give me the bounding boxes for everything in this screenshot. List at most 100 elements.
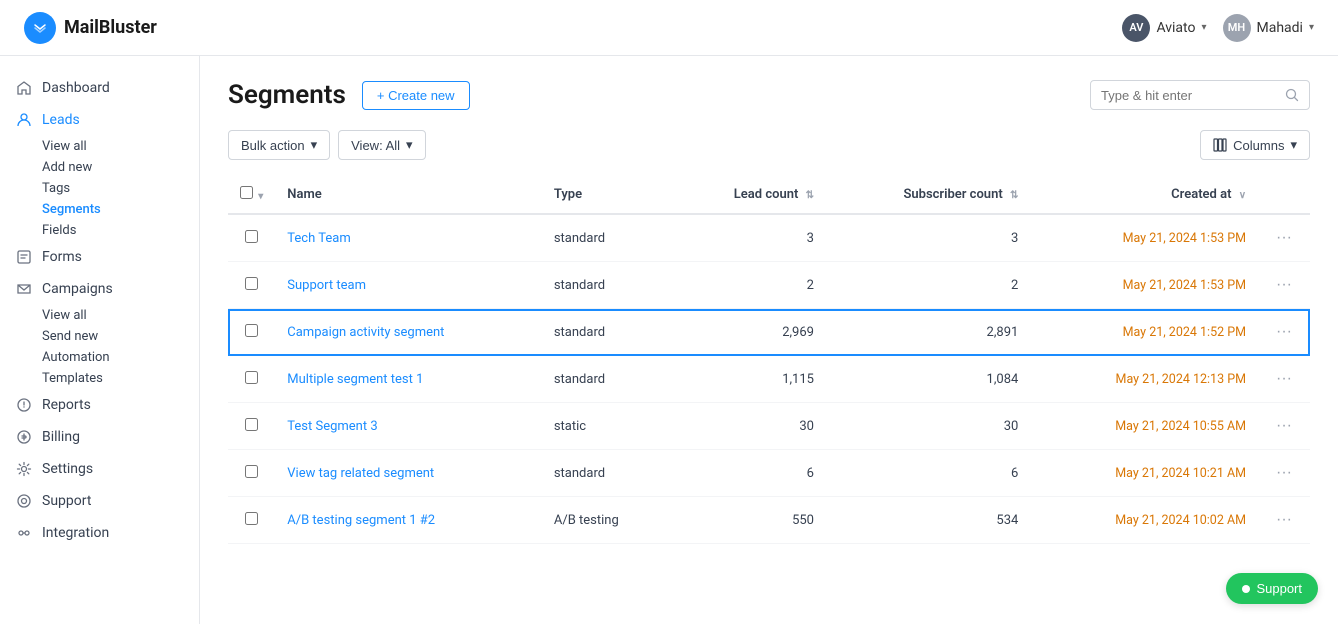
view-filter-button[interactable]: View: All ▾ — [338, 130, 425, 160]
sidebar-sub-viewall-c[interactable]: View all — [0, 305, 199, 326]
sidebar-sub-templates[interactable]: Templates — [0, 368, 199, 389]
row-name-6[interactable]: View tag related segment — [275, 450, 542, 497]
chevron-down-icon-2: ▾ — [1309, 22, 1314, 33]
avatar-aviato: AV — [1122, 14, 1150, 42]
row-subscriber-count-1: 3 — [826, 214, 1030, 262]
sidebar-leads-label: Leads — [42, 112, 80, 128]
row-actions-6[interactable]: ··· — [1258, 450, 1310, 497]
table-row: Support team standard 2 2 May 21, 2024 1… — [228, 262, 1310, 309]
table-row: A/B testing segment 1 #2 A/B testing 550… — [228, 497, 1310, 544]
sidebar-sub-automation[interactable]: Automation — [0, 347, 199, 368]
sidebar-sub-tags[interactable]: Tags — [0, 178, 199, 199]
sidebar-item-reports[interactable]: Reports — [0, 389, 199, 421]
header-subscriber-count[interactable]: Subscriber count ⇅ — [826, 176, 1030, 214]
sidebar-sub-segments[interactable]: Segments — [0, 199, 199, 220]
chevron-down-icon: ▾ — [1201, 22, 1206, 33]
user-aviato[interactable]: AV Aviato ▾ — [1122, 14, 1206, 42]
row-actions-1[interactable]: ··· — [1258, 214, 1310, 262]
checkbox-2[interactable] — [245, 277, 258, 290]
row-name-2[interactable]: Support team — [275, 262, 542, 309]
row-actions-2[interactable]: ··· — [1258, 262, 1310, 309]
sidebar-item-support[interactable]: Support — [0, 485, 199, 517]
page-header: Segments + Create new — [228, 80, 1310, 110]
expand-arrow-icon: ▾ — [258, 191, 263, 202]
brand-icon — [24, 12, 56, 44]
checkbox-3[interactable] — [245, 324, 258, 337]
sidebar-integration-label: Integration — [42, 525, 109, 541]
sidebar-reports-label: Reports — [42, 397, 91, 413]
segment-link-4[interactable]: Multiple segment test 1 — [287, 372, 423, 387]
sidebar-item-campaigns[interactable]: Campaigns — [0, 273, 199, 305]
sidebar-sub-fields[interactable]: Fields — [0, 220, 199, 241]
header-checkbox-col: ▾ — [228, 176, 275, 214]
user-mahadi[interactable]: MH Mahadi ▾ — [1223, 14, 1315, 42]
row-type-3: standard — [542, 309, 673, 356]
segment-link-6[interactable]: View tag related segment — [287, 466, 434, 481]
segment-link-5[interactable]: Test Segment 3 — [287, 419, 377, 434]
create-new-button[interactable]: + Create new — [362, 81, 470, 110]
sidebar-item-forms[interactable]: Forms — [0, 241, 199, 273]
search-input[interactable] — [1101, 88, 1277, 103]
row-checkbox-4[interactable] — [228, 356, 275, 403]
row-subscriber-count-6: 6 — [826, 450, 1030, 497]
checkbox-7[interactable] — [245, 512, 258, 525]
row-more-button-2[interactable]: ··· — [1270, 274, 1298, 296]
row-created-at-5: May 21, 2024 10:55 AM — [1030, 403, 1258, 450]
page-title-row: Segments + Create new — [228, 80, 470, 110]
checkbox-4[interactable] — [245, 371, 258, 384]
row-name-4[interactable]: Multiple segment test 1 — [275, 356, 542, 403]
row-more-button-6[interactable]: ··· — [1270, 462, 1298, 484]
sidebar-item-integration[interactable]: Integration — [0, 517, 199, 549]
bulk-action-button[interactable]: Bulk action ▾ — [228, 130, 330, 160]
home-icon — [16, 80, 32, 96]
header-lead-count[interactable]: Lead count ⇅ — [673, 176, 826, 214]
row-checkbox-5[interactable] — [228, 403, 275, 450]
sidebar-item-settings[interactable]: Settings — [0, 453, 199, 485]
row-checkbox-6[interactable] — [228, 450, 275, 497]
sidebar-sub-viewall[interactable]: View all — [0, 136, 199, 157]
checkbox-1[interactable] — [245, 230, 258, 243]
sidebar-sub-sendnew[interactable]: Send new — [0, 326, 199, 347]
row-actions-5[interactable]: ··· — [1258, 403, 1310, 450]
segment-link-1[interactable]: Tech Team — [287, 231, 350, 246]
sidebar-item-dashboard[interactable]: Dashboard — [0, 72, 199, 104]
row-name-5[interactable]: Test Segment 3 — [275, 403, 542, 450]
table-row: Test Segment 3 static 30 30 May 21, 2024… — [228, 403, 1310, 450]
row-more-button-3[interactable]: ··· — [1270, 321, 1298, 343]
toolbar-left: Bulk action ▾ View: All ▾ — [228, 130, 426, 160]
navbar: MailBluster AV Aviato ▾ MH Mahadi ▾ — [0, 0, 1338, 56]
header-created-at[interactable]: Created at ∨ — [1030, 176, 1258, 214]
select-all-checkbox[interactable] — [240, 186, 253, 199]
search-icon[interactable] — [1285, 87, 1299, 103]
row-subscriber-count-4: 1,084 — [826, 356, 1030, 403]
row-checkbox-7[interactable] — [228, 497, 275, 544]
row-checkbox-3[interactable] — [228, 309, 275, 356]
row-actions-3[interactable]: ··· — [1258, 309, 1310, 356]
row-more-button-5[interactable]: ··· — [1270, 415, 1298, 437]
row-name-7[interactable]: A/B testing segment 1 #2 — [275, 497, 542, 544]
row-more-button-1[interactable]: ··· — [1270, 227, 1298, 249]
row-name-3[interactable]: Campaign activity segment — [275, 309, 542, 356]
row-name-1[interactable]: Tech Team — [275, 214, 542, 262]
segment-link-3[interactable]: Campaign activity segment — [287, 325, 444, 340]
settings-icon — [16, 461, 32, 477]
segment-link-7[interactable]: A/B testing segment 1 #2 — [287, 513, 435, 528]
row-lead-count-7: 550 — [673, 497, 826, 544]
row-actions-7[interactable]: ··· — [1258, 497, 1310, 544]
sidebar-item-billing[interactable]: Billing — [0, 421, 199, 453]
row-more-button-4[interactable]: ··· — [1270, 368, 1298, 390]
row-more-button-7[interactable]: ··· — [1270, 509, 1298, 531]
row-type-4: standard — [542, 356, 673, 403]
sidebar-sub-addnew[interactable]: Add new — [0, 157, 199, 178]
sidebar-item-leads[interactable]: Leads — [0, 104, 199, 136]
row-actions-4[interactable]: ··· — [1258, 356, 1310, 403]
checkbox-6[interactable] — [245, 465, 258, 478]
row-subscriber-count-2: 2 — [826, 262, 1030, 309]
segment-link-2[interactable]: Support team — [287, 278, 366, 293]
row-checkbox-1[interactable] — [228, 214, 275, 262]
checkbox-5[interactable] — [245, 418, 258, 431]
row-checkbox-2[interactable] — [228, 262, 275, 309]
columns-button[interactable]: Columns ▾ — [1200, 130, 1310, 160]
brand-logo[interactable]: MailBluster — [24, 12, 157, 44]
support-float-button[interactable]: Support — [1226, 573, 1318, 604]
